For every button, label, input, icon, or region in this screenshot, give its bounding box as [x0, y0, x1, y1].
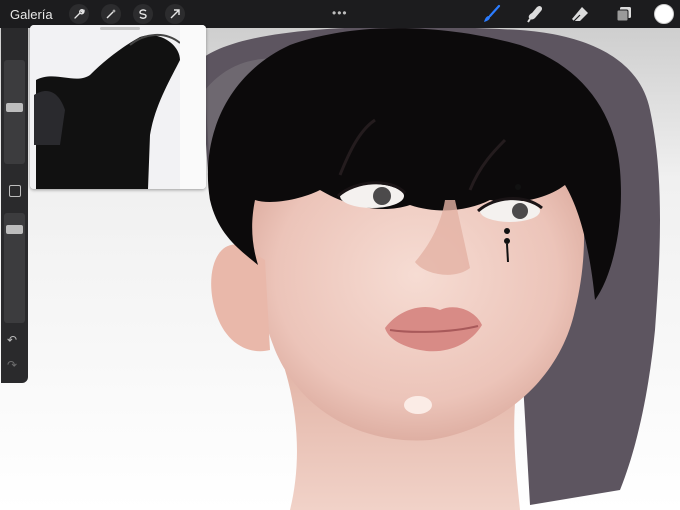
smudge-icon[interactable] — [524, 2, 548, 26]
brush-icon[interactable] — [480, 2, 504, 26]
face-jewel-line — [506, 243, 509, 263]
chin-highlight — [404, 396, 432, 414]
wrench-icon[interactable] — [68, 4, 89, 24]
right-toolset — [470, 0, 680, 28]
brush-size-thumb[interactable] — [6, 102, 23, 112]
transform-arrow-icon[interactable] — [164, 4, 185, 24]
toolbar-grip[interactable]: ••• — [332, 6, 348, 20]
gallery-button[interactable]: Galería — [10, 7, 53, 22]
right-iris — [512, 203, 528, 219]
face-jewel — [504, 228, 510, 234]
reference-window[interactable] — [30, 25, 206, 189]
reference-image — [30, 25, 206, 189]
selection-icon[interactable] — [132, 4, 153, 24]
color-icon[interactable] — [654, 4, 674, 24]
top-toolbar: Galería ••• — [0, 0, 680, 28]
eraser-icon[interactable] — [568, 2, 592, 26]
sidebar: ↶ ↷ — [1, 28, 28, 383]
face-jewel — [515, 184, 521, 190]
layers-icon[interactable] — [612, 2, 636, 26]
opacity-slider[interactable] — [4, 213, 25, 323]
modify-button[interactable] — [9, 185, 21, 197]
reference-grabber[interactable] — [100, 27, 140, 30]
undo-icon[interactable]: ↶ — [7, 333, 17, 347]
redo-icon[interactable]: ↷ — [7, 358, 17, 372]
face-jewel — [504, 238, 510, 244]
brush-size-slider[interactable] — [4, 60, 25, 164]
left-iris — [373, 187, 391, 205]
opacity-thumb[interactable] — [6, 224, 23, 234]
magic-wand-icon[interactable] — [100, 4, 121, 24]
